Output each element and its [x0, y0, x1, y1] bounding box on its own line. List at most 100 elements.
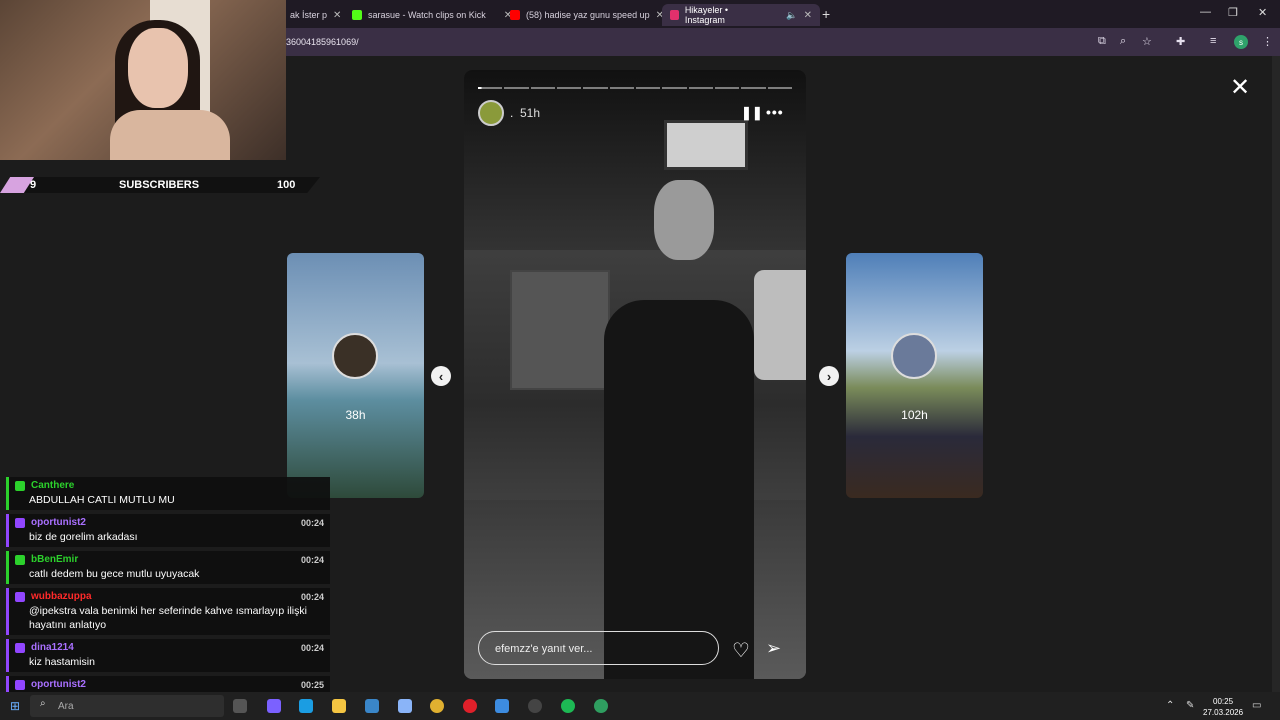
- story-preview-time: 38h: [345, 408, 366, 422]
- chat-badge-icon: [15, 680, 25, 690]
- chat-overlay: Canthere ABDULLAH CATLI MUTLU MU oportunis…: [6, 477, 330, 713]
- restore-icon[interactable]: ❐: [1228, 6, 1238, 19]
- avatar: [332, 333, 378, 379]
- opera-icon[interactable]: [463, 699, 477, 713]
- webcam-overlay: [0, 0, 286, 160]
- chat-time: 00:24: [300, 643, 324, 653]
- obs-icon[interactable]: [528, 699, 542, 713]
- story-preview-username: ᅠᅠ: [904, 394, 925, 406]
- story-preview-time: 102h: [901, 408, 928, 422]
- progress-segment: [556, 87, 582, 89]
- store-icon[interactable]: [365, 699, 379, 713]
- media-controls-icon[interactable]: ≡: [1210, 35, 1216, 47]
- copilot-icon[interactable]: [267, 699, 281, 713]
- install-app-icon[interactable]: ⧉: [1098, 35, 1106, 48]
- previous-story-preview[interactable]: 38h: [287, 253, 424, 498]
- more-options-icon[interactable]: •••: [766, 104, 784, 120]
- taskbar-clock[interactable]: 00:25 27.03.2026: [1203, 696, 1243, 718]
- clock-date: 27.03.2026: [1203, 708, 1244, 717]
- chat-text: kiz hastamisin: [29, 656, 95, 668]
- tab-1[interactable]: ak İster p ✕: [282, 4, 349, 26]
- chat-username[interactable]: wubbazuppa: [31, 591, 324, 602]
- chat-badge-icon: [15, 555, 25, 565]
- chat-username[interactable]: bBenEmir: [31, 554, 324, 565]
- subscribers-label: SUBSCRIBERS: [119, 179, 200, 191]
- chat-message: bBenEmir 00:24 catlı dedem bu gece mutlu u…: [6, 551, 330, 584]
- chat-username[interactable]: Canthere: [31, 480, 324, 491]
- avatar: [891, 333, 937, 379]
- story-main[interactable]: . 51h ❚❚ ••• efemzz'e yanıt ver... ♡ ➢: [464, 70, 806, 679]
- progress-segment: [767, 87, 792, 89]
- extensions-icon[interactable]: ✚: [1176, 35, 1185, 48]
- chat-text: biz de gorelim arkadası: [29, 531, 138, 543]
- close-tab-icon[interactable]: ✕: [333, 10, 341, 21]
- chat-username[interactable]: oportunist2: [31, 679, 324, 690]
- subscribers-target: 100: [277, 179, 296, 191]
- pen-icon[interactable]: ✎: [1186, 700, 1194, 711]
- speaker-icon[interactable]: 🔈: [786, 10, 797, 21]
- tab-3[interactable]: (58) hadise yaz gunu speed up ✕: [502, 4, 672, 26]
- next-story-chevron-icon[interactable]: ›: [819, 366, 839, 386]
- tab-2[interactable]: sarasue - Watch clips on Kick ✕: [344, 4, 520, 26]
- progress-segment: [583, 87, 608, 89]
- close-icon[interactable]: ✕: [1228, 76, 1252, 100]
- previous-story-chevron-icon[interactable]: ‹: [431, 366, 451, 386]
- tab-4-active[interactable]: Hikayeler • Instagram 🔈 ✕: [662, 4, 820, 26]
- chat-username[interactable]: dina1214: [31, 642, 324, 653]
- close-window-icon[interactable]: ✕: [1258, 6, 1267, 19]
- spotify-icon[interactable]: [561, 699, 575, 713]
- chat-time: 00:24: [300, 518, 324, 528]
- youtube-icon: [510, 10, 520, 20]
- notifications-icon[interactable]: ▭: [1252, 700, 1261, 711]
- new-tab-icon[interactable]: +: [822, 6, 830, 22]
- progress-segment: [635, 87, 661, 89]
- windows-start-icon[interactable]: ⊞: [10, 699, 20, 713]
- task-view-icon[interactable]: [233, 699, 247, 713]
- story-photo-sky: [464, 70, 806, 250]
- avatar[interactable]: [478, 100, 504, 126]
- taskbar-search-input[interactable]: Ara: [30, 695, 224, 717]
- reply-input[interactable]: efemzz'e yanıt ver...: [478, 631, 719, 665]
- tab-label: sarasue - Watch clips on Kick: [368, 10, 486, 20]
- photos-icon[interactable]: [495, 699, 509, 713]
- url-text[interactable]: 36004185961069/: [286, 37, 359, 47]
- kick-icon: [352, 10, 362, 20]
- menu-icon[interactable]: ⋮: [1262, 35, 1273, 48]
- send-icon[interactable]: ➢: [766, 638, 781, 659]
- edge-icon[interactable]: [299, 699, 313, 713]
- close-tab-icon[interactable]: ✕: [804, 10, 812, 21]
- minimize-icon[interactable]: —: [1200, 6, 1211, 18]
- tray-chevron-up-icon[interactable]: ⌃: [1166, 700, 1174, 711]
- chat-username[interactable]: oportunist2: [31, 517, 324, 528]
- webcam-person-face: [128, 28, 188, 108]
- heart-icon[interactable]: ♡: [732, 638, 750, 663]
- progress-segment: [504, 87, 529, 89]
- scrollbar[interactable]: [1272, 56, 1280, 692]
- chat-message: oportunist2 00:24 biz de gorelim arkadası: [6, 514, 330, 547]
- story-photo-window: [664, 120, 748, 170]
- chrome-profile-icon[interactable]: [594, 699, 608, 713]
- chat-message: wubbazuppa 00:24 @ipekstra vala benimki he…: [6, 588, 330, 635]
- next-story-preview[interactable]: ᅠᅠ 102h: [846, 253, 983, 498]
- chat-time: 00:24: [300, 592, 324, 602]
- chat-badge-icon: [15, 643, 25, 653]
- webcam-person-body: [110, 110, 230, 160]
- chat-time: 00:25: [300, 680, 324, 690]
- progress-segment: [741, 87, 766, 89]
- progress-segment: [714, 87, 740, 89]
- pause-icon[interactable]: ❚❚: [741, 105, 763, 121]
- progress-segment: [688, 87, 713, 89]
- chat-text: @ipekstra vala benimki her seferinde kah…: [29, 605, 307, 631]
- progress-segment: [530, 87, 555, 89]
- zoom-icon[interactable]: ⌕: [1120, 35, 1126, 48]
- camera-icon[interactable]: [398, 699, 412, 713]
- chrome-icon[interactable]: [430, 699, 444, 713]
- search-icon: ⌕: [40, 698, 46, 709]
- chat-badge-icon: [15, 592, 25, 602]
- file-explorer-icon[interactable]: [332, 699, 346, 713]
- profile-avatar[interactable]: s: [1234, 35, 1248, 49]
- story-username[interactable]: .: [510, 106, 513, 120]
- progress-segment: [478, 87, 503, 89]
- instagram-icon: [670, 10, 679, 20]
- bookmark-star-icon[interactable]: ☆: [1142, 35, 1152, 48]
